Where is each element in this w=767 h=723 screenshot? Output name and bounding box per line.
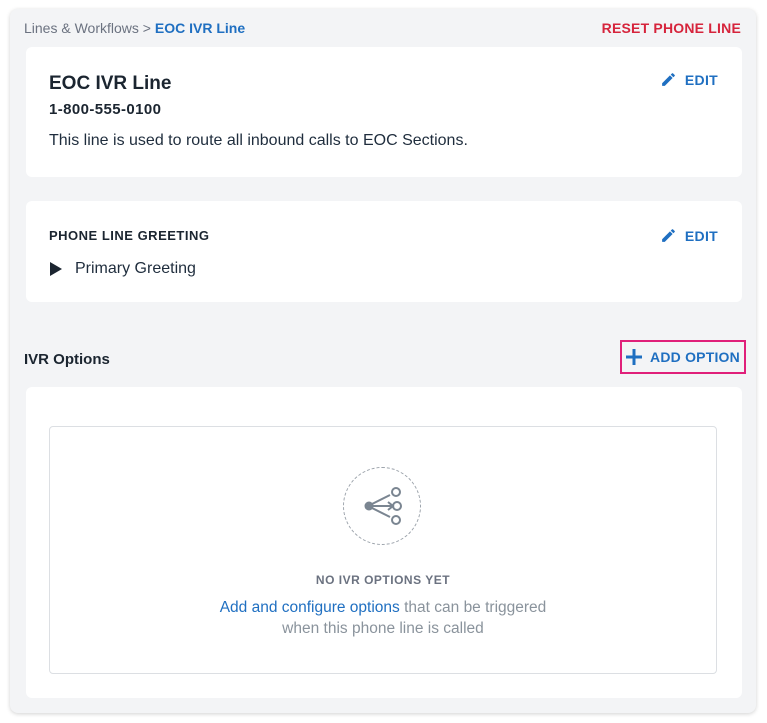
pencil-icon [662, 73, 675, 86]
empty-state-title: NO IVR OPTIONS YET [315, 573, 451, 587]
empty-state: NO IVR OPTIONS YET Add and configure opt… [49, 426, 717, 674]
edit-line-label: EDIT [684, 71, 718, 88]
line-title: EOC IVR Line [49, 73, 172, 94]
pencil-icon [662, 229, 675, 242]
add-option-label: ADD OPTION [650, 349, 740, 365]
greeting-name: Primary Greeting [75, 260, 196, 277]
breadcrumb: Lines & Workflows > EOC IVR Line [24, 20, 245, 36]
reset-phone-line-button[interactable]: RESET PHONE LINE [602, 20, 741, 36]
ivr-options-heading: IVR Options [24, 351, 110, 368]
breadcrumb-parent[interactable]: Lines & Workflows [24, 20, 139, 36]
empty-state-text: Add and configure options that can be tr… [50, 597, 716, 639]
greeting-title: PHONE LINE GREETING [49, 228, 210, 243]
empty-state-text-1: that can be triggered [404, 599, 547, 616]
add-configure-options-link[interactable]: Add and configure options [220, 599, 400, 616]
edit-greeting-button[interactable]: EDIT [660, 227, 718, 244]
branch-icon [364, 487, 402, 525]
breadcrumb-separator: > [142, 20, 151, 36]
line-number: 1-800-555-0100 [49, 101, 162, 118]
breadcrumb-current: EOC IVR Line [154, 20, 246, 36]
greeting-card: PHONE LINE GREETING Primary Greeting EDI… [26, 201, 742, 302]
edit-greeting-label: EDIT [684, 227, 718, 244]
empty-state-icon [343, 467, 421, 545]
ivr-options-card: NO IVR OPTIONS YET Add and configure opt… [26, 387, 742, 698]
line-card: EOC IVR Line 1-800-555-0100 This line is… [26, 47, 742, 177]
line-description: This line is used to route all inbound c… [49, 132, 468, 149]
greeting-play-row[interactable]: Primary Greeting [49, 260, 196, 278]
empty-state-text-2: when this phone line is called [282, 620, 484, 637]
edit-line-button[interactable]: EDIT [660, 71, 718, 88]
add-option-button[interactable]: ADD OPTION [620, 340, 746, 374]
plus-icon [626, 349, 643, 365]
play-icon [50, 262, 62, 276]
